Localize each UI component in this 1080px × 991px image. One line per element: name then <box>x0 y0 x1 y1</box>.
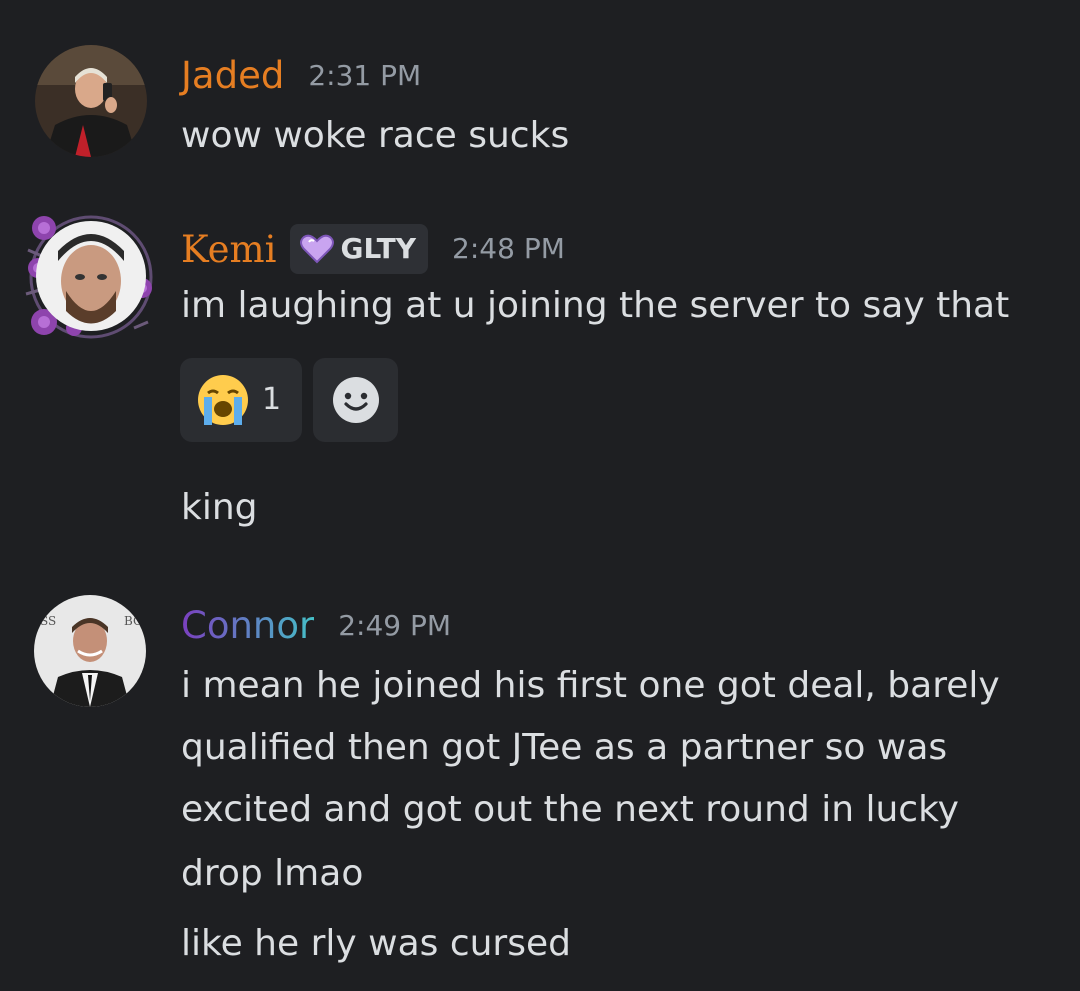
timestamp: 2:31 PM <box>308 58 422 92</box>
timestamp: 2:49 PM <box>338 608 452 642</box>
message-text: wow woke race sucks <box>181 115 570 156</box>
add-reaction-button[interactable] <box>313 358 398 442</box>
message-header: Connor 2:49 PM <box>181 607 451 644</box>
add-reaction-smiley-icon <box>331 375 381 425</box>
message-text: im laughing at u joining the server to s… <box>181 285 1010 326</box>
svg-text:BC: BC <box>124 614 142 628</box>
message-text: qualified then got JTee as a partner so … <box>181 727 948 768</box>
avatar-jaded[interactable] <box>35 45 147 157</box>
message-text: like he rly was cursed <box>181 923 571 964</box>
username[interactable]: Jaded <box>181 57 284 94</box>
heart-icon <box>300 234 335 264</box>
avatar-kemi[interactable] <box>36 221 146 331</box>
message-text: i mean he joined his first one got deal,… <box>181 665 1000 706</box>
server-tag-label: GLTY <box>340 232 417 265</box>
message-text: excited and got out the next round in lu… <box>181 789 959 830</box>
message-header: Kemi GLTY 2:48 PM <box>181 224 565 274</box>
message-text: king <box>181 487 258 528</box>
reaction-count: 1 <box>262 382 282 417</box>
loudly-crying-face-icon <box>196 373 250 427</box>
username[interactable]: Kemi <box>181 231 276 268</box>
message-header: Jaded 2:31 PM <box>181 57 421 94</box>
username[interactable]: Connor <box>181 607 314 644</box>
message-text: drop lmao <box>181 853 364 894</box>
server-tag-badge[interactable]: GLTY <box>290 224 429 274</box>
avatar-connor[interactable]: SS BC <box>34 595 146 707</box>
timestamp: 2:48 PM <box>452 232 565 265</box>
svg-text:SS: SS <box>40 614 56 628</box>
reaction-loudly-crying[interactable]: 1 <box>180 358 302 442</box>
